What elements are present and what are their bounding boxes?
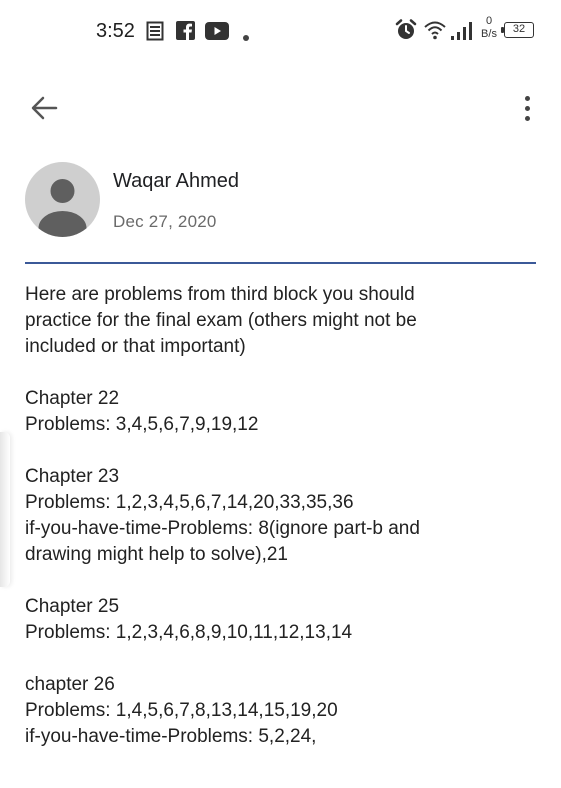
battery-icon: 32 bbox=[501, 22, 534, 43]
intro-paragraph: Here are problems from third block you s… bbox=[25, 282, 545, 360]
chapter-heading: chapter 26 bbox=[25, 674, 115, 695]
body-line: practice for the final exam (others migh… bbox=[25, 310, 417, 331]
status-bar: 3:52 0 B/s 32 bbox=[0, 0, 561, 60]
problems-line: Problems: 1,4,5,6,7,8,13,14,15,19,20 bbox=[25, 700, 338, 721]
facebook-icon bbox=[176, 21, 195, 45]
net-speed: 0 B/s bbox=[478, 16, 500, 40]
header-divider bbox=[25, 262, 536, 264]
body-line: included or that important) bbox=[25, 336, 246, 357]
news-icon bbox=[146, 21, 164, 46]
chapter-heading: Chapter 22 bbox=[25, 388, 120, 409]
chapter-25-block: Chapter 25 Problems: 1,2,3,4,6,8,9,10,11… bbox=[25, 594, 545, 646]
net-speed-value: 0 bbox=[485, 15, 493, 27]
problems-line: Problems: 1,2,3,4,5,6,7,14,20,33,35,36 bbox=[25, 492, 354, 513]
sender-name: Waqar Ahmed bbox=[113, 170, 239, 192]
problems-line: Problems: 3,4,5,6,7,9,19,12 bbox=[25, 414, 259, 435]
chapter-heading: Chapter 23 bbox=[25, 466, 120, 487]
optional-problems-line: drawing might help to solve),21 bbox=[25, 544, 288, 565]
edge-panel-handle[interactable] bbox=[0, 432, 10, 587]
chapter-23-block: Chapter 23 Problems: 1,2,3,4,5,6,7,14,20… bbox=[25, 464, 545, 568]
notification-dot-icon bbox=[243, 28, 249, 46]
optional-problems-line: if-you-have-time-Problems: 5,2,24, bbox=[25, 726, 317, 747]
alarm-icon bbox=[395, 19, 417, 46]
net-speed-unit: B/s bbox=[481, 28, 497, 40]
status-time: 3:52 bbox=[96, 20, 135, 42]
optional-problems-line: if-you-have-time-Problems: 8(ignore part… bbox=[25, 518, 420, 539]
message-date: Dec 27, 2020 bbox=[113, 212, 217, 231]
problems-line: Problems: 1,2,3,4,6,8,9,10,11,12,13,14 bbox=[25, 622, 353, 643]
chapter-26-block: chapter 26 Problems: 1,4,5,6,7,8,13,14,1… bbox=[25, 672, 545, 750]
wifi-icon bbox=[424, 20, 446, 45]
avatar[interactable] bbox=[25, 162, 100, 237]
back-button[interactable] bbox=[26, 90, 62, 126]
youtube-icon bbox=[205, 22, 229, 45]
signal-icon bbox=[451, 22, 475, 45]
battery-level: 32 bbox=[512, 23, 526, 35]
message-body: Here are problems from third block you s… bbox=[25, 282, 545, 776]
person-icon bbox=[38, 179, 87, 237]
body-line: Here are problems from third block you s… bbox=[25, 284, 415, 305]
chapter-heading: Chapter 25 bbox=[25, 596, 120, 617]
arrow-back-icon bbox=[31, 96, 58, 120]
chapter-22-block: Chapter 22 Problems: 3,4,5,6,7,9,19,12 bbox=[25, 386, 545, 438]
more-vert-icon bbox=[524, 95, 530, 101]
more-options-button[interactable] bbox=[512, 90, 542, 126]
